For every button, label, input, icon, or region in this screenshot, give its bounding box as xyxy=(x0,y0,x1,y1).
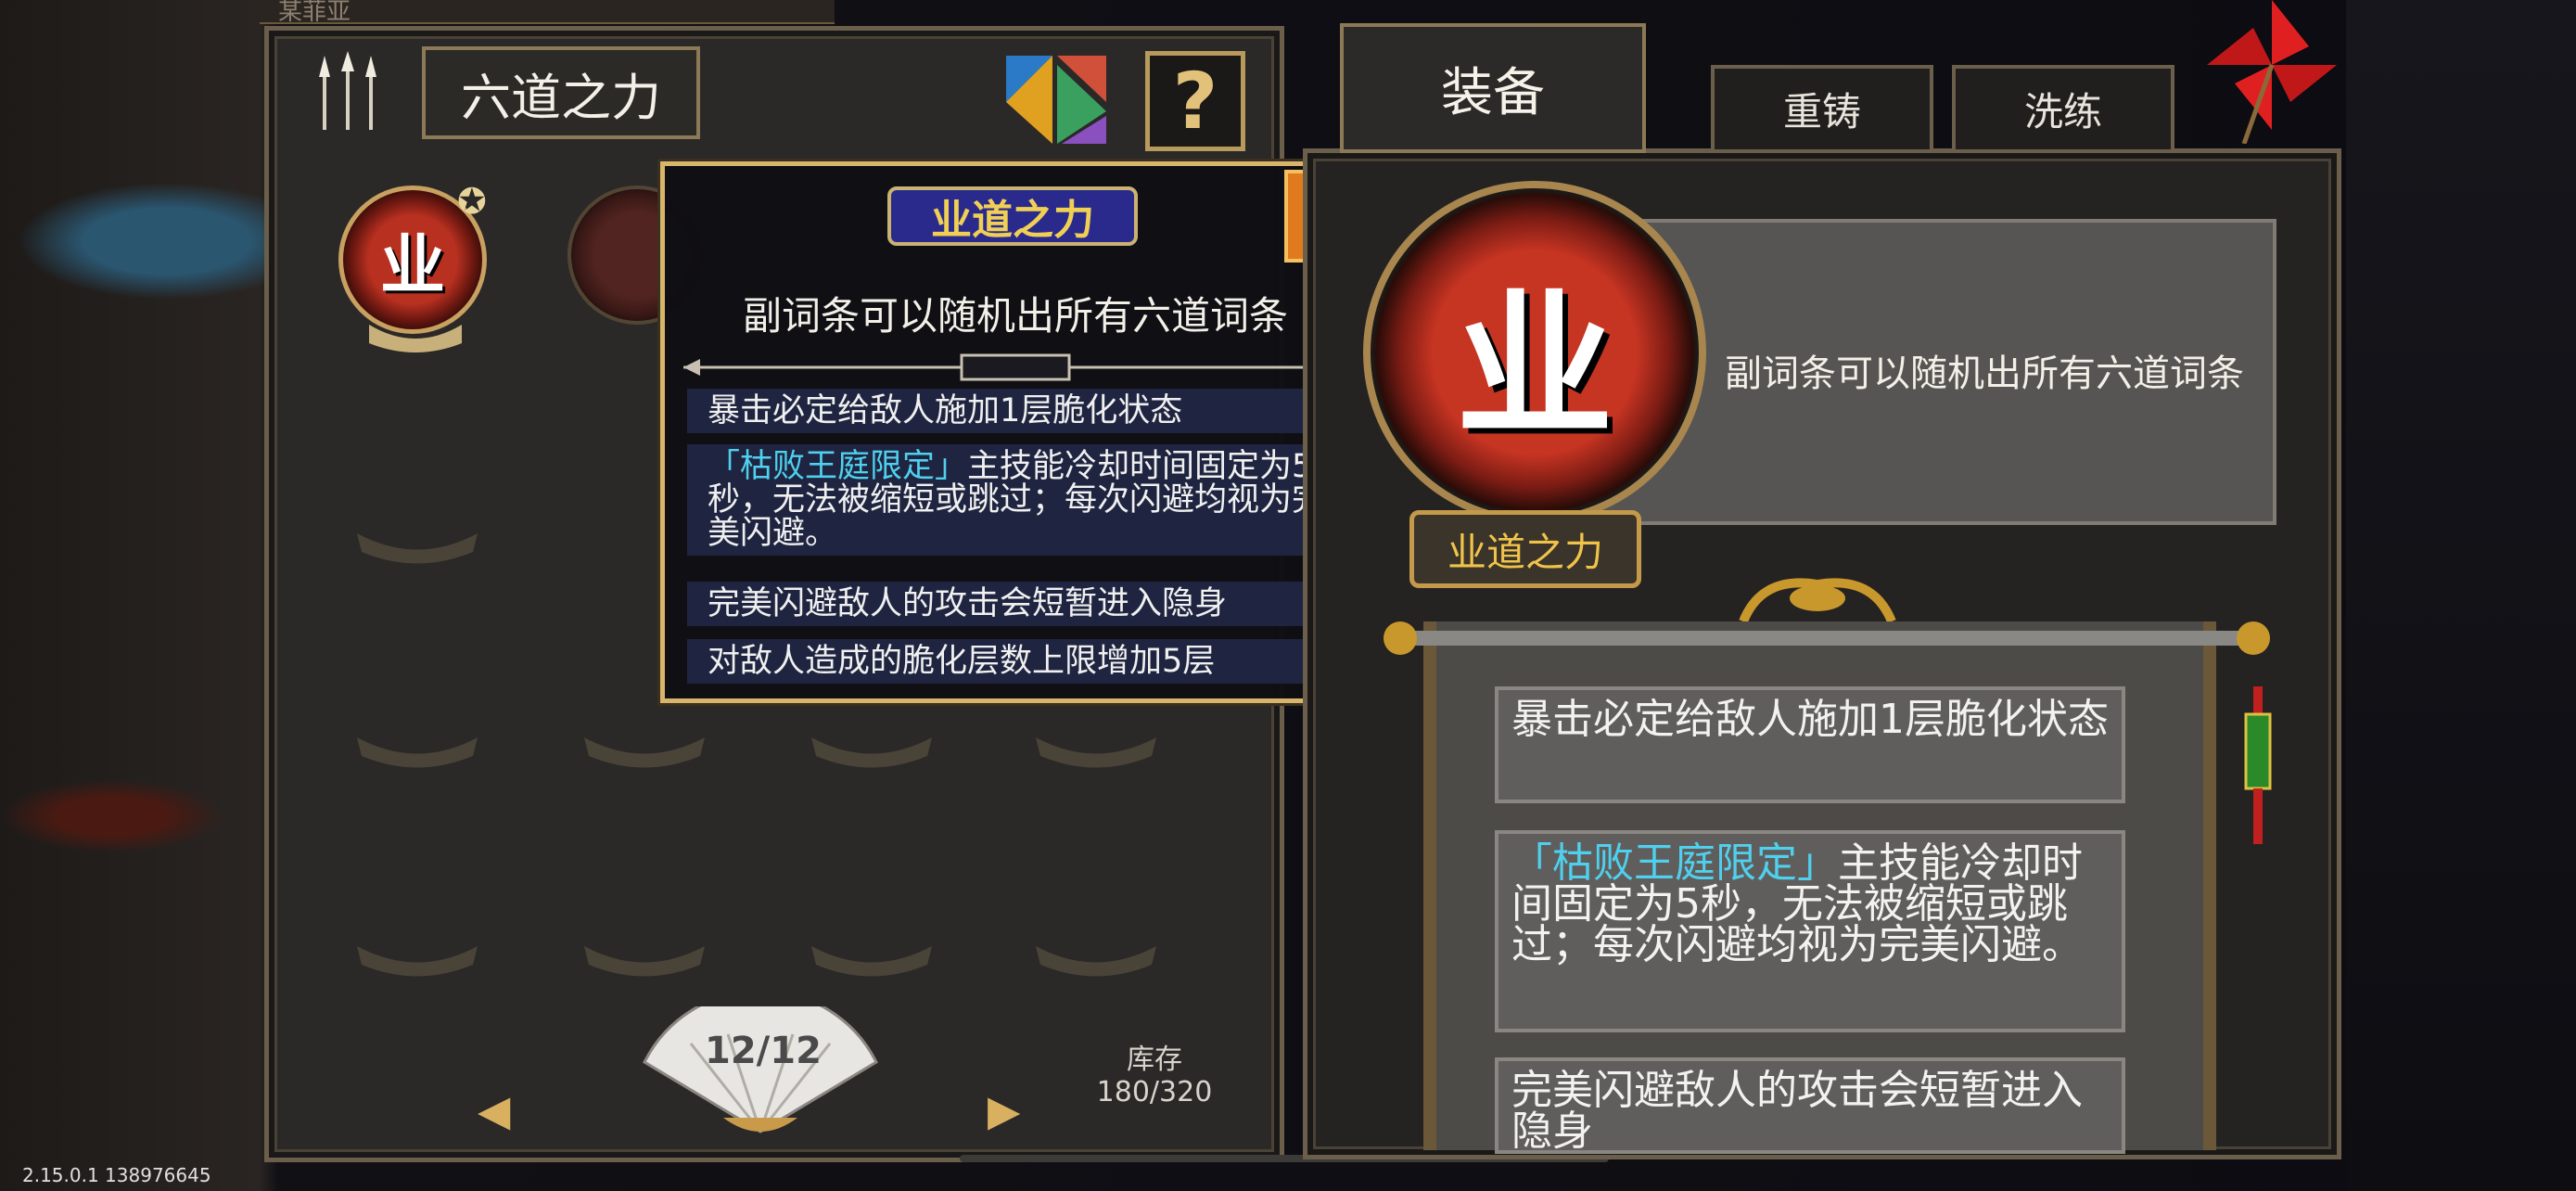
prev-page-arrow[interactable]: ◀ xyxy=(478,1085,510,1135)
item-tooltip: 业道之力 副词条可以随机出所有六道词条 暴击必定给敌人施加1层脆化状态 「枯败王… xyxy=(660,161,1371,703)
empty-slot[interactable] xyxy=(807,932,937,979)
empty-slot[interactable] xyxy=(807,724,937,770)
pinwheel-icon[interactable] xyxy=(2207,0,2337,144)
affix-highlight-tag: 「枯败王庭限定」 xyxy=(708,448,968,485)
stock-label: 库存 xyxy=(1127,1044,1182,1076)
empty-slot[interactable] xyxy=(352,932,482,979)
tab-equip[interactable]: 装备 xyxy=(1340,23,1646,153)
top-strip: 某菲亚 xyxy=(260,0,835,26)
empty-slot[interactable] xyxy=(1031,932,1161,979)
detail-orb: 业 xyxy=(1363,181,1706,524)
tooltip-affix-row: 「枯败王庭限定」主技能冷却时间固定为5秒，无法被缩短或跳过；每次闪避均视为完美闪… xyxy=(687,444,1347,556)
empty-slot[interactable] xyxy=(352,724,482,770)
empty-slot[interactable] xyxy=(580,932,709,979)
orb-stand xyxy=(369,325,462,352)
tooltip-title: 业道之力 xyxy=(887,186,1138,246)
top-strip-text: 某菲亚 xyxy=(278,0,351,26)
version-label: 2.15.0.1 138976645 xyxy=(22,1164,211,1186)
tooltip-affix-row: 暴击必定给敌人施加1层脆化状态 xyxy=(687,389,1347,433)
scroll-rod xyxy=(1384,621,2270,655)
tooltip-affix-row: 对敌人造成的脆化层数上限增加5层 xyxy=(687,639,1347,684)
spears-icon xyxy=(319,51,376,130)
detail-affix-box: 完美闪避敌人的攻击会短暂进入隐身 xyxy=(1495,1057,2125,1154)
empty-slot[interactable] xyxy=(1031,724,1161,770)
help-button[interactable]: ? xyxy=(1145,51,1245,151)
detail-affix-box: 「枯败王庭限定」主技能冷却时间固定为5秒，无法被缩短或跳过；每次闪避均视为完美闪… xyxy=(1495,830,2125,1032)
tassel-icon xyxy=(2244,686,2272,844)
tangram-icon[interactable] xyxy=(1006,56,1106,144)
empty-slot[interactable] xyxy=(580,724,709,770)
star-icon: ✪ xyxy=(457,181,487,222)
detail-description: 副词条可以随机出所有六道词条 xyxy=(1725,352,2244,395)
tooltip-description: 副词条可以随机出所有六道词条 xyxy=(742,293,1288,339)
stock-value: 180/320 xyxy=(1096,1076,1213,1108)
detail-affix-box: 暴击必定给敌人施加1层脆化状态 xyxy=(1495,686,2125,803)
page-count: 12/12 xyxy=(705,1030,822,1072)
tab-recast[interactable]: 重铸 xyxy=(1711,65,1933,153)
right-edge-background xyxy=(2346,0,2576,1191)
next-page-arrow[interactable]: ▶ xyxy=(988,1085,1020,1135)
empty-slot[interactable] xyxy=(352,519,482,566)
detail-name: 业道之力 xyxy=(1409,510,1641,588)
tab-refine[interactable]: 洗练 xyxy=(1952,65,2174,153)
panel-title: 六道之力 xyxy=(422,46,700,139)
ornamental-divider xyxy=(683,353,1347,381)
tooltip-affix-row: 完美闪避敌人的攻击会短暂进入隐身 xyxy=(687,582,1347,626)
